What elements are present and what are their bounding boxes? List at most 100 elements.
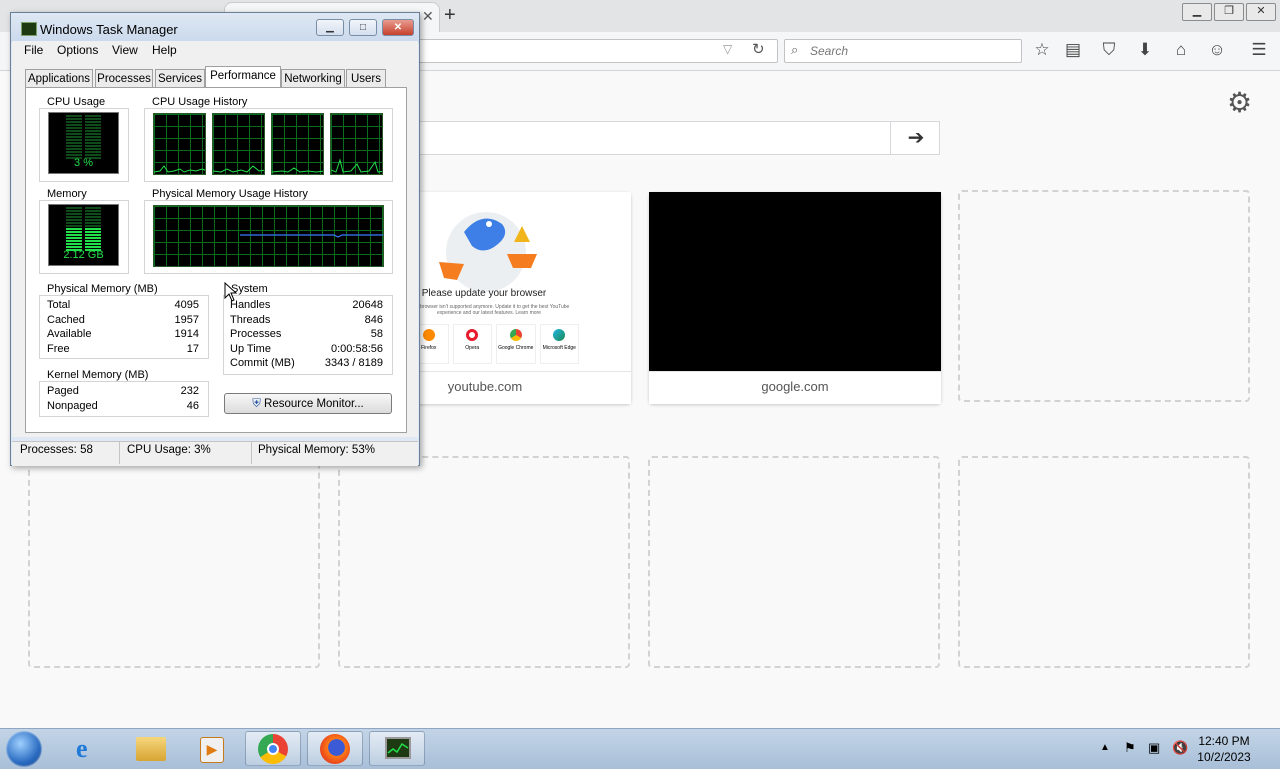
clock-time[interactable]: 12:40 PM [1192,734,1256,748]
menu-help[interactable]: Help [152,43,177,57]
sys-handles-value: 20648 [352,299,383,311]
network-icon[interactable]: ▣ [1148,740,1160,756]
browser-restore-button[interactable]: ❐ [1214,3,1244,21]
cpu-core-4-line [331,158,382,173]
gauge-bar-segment [85,210,101,212]
new-tab-icon[interactable]: + [444,4,456,27]
search-icon: ⌕ [791,42,799,57]
volume-muted-icon[interactable]: 🔇 [1172,740,1188,756]
cpu-history-label: CPU Usage History [150,96,250,108]
cpu-core-3-line [272,167,323,173]
cpu-core-1-history [153,113,206,175]
gauge-bar-segment [85,213,101,215]
start-button[interactable] [6,731,42,767]
gauge-bar-segment [85,219,101,221]
gauge-bar-segment [85,234,101,236]
gauge-bar-segment [85,136,101,138]
sys-processes-label: Processes [230,328,282,340]
opera-logo-icon [466,329,479,341]
gauge-bar-segment [85,139,101,141]
km-nonpaged-value: 46 [186,400,199,412]
pm-free-label: Free [47,343,70,355]
show-hidden-icons-arrow[interactable]: ▲ [1100,742,1110,753]
taskbar-explorer[interactable] [122,731,178,766]
reading-list-icon[interactable]: ▤ [1062,40,1084,60]
menu-icon[interactable]: ☰ [1248,40,1270,60]
gauge-bar-segment [66,142,82,144]
menu-options[interactable]: Options [57,43,98,57]
downloads-icon[interactable]: ⬇ [1134,40,1156,60]
empty-tile[interactable] [28,456,320,668]
taskbar-firefox[interactable] [307,731,363,766]
gauge-bar-segment [85,130,101,132]
gauge-bar-segment [66,240,82,242]
gauge-bar-segment [85,243,101,245]
tab-networking[interactable]: Networking [281,69,345,87]
gauge-bar-segment [66,243,82,245]
taskbar-internet-explorer[interactable]: e [62,731,118,766]
gauge-bar-segment [66,118,82,120]
task-manager-icon [385,737,411,759]
taskbar-chrome[interactable] [245,731,301,766]
gauge-bar-segment [66,154,82,156]
resource-monitor-button[interactable]: ⛨ Resource Monitor... [224,393,392,414]
tab-services[interactable]: Services [155,69,205,87]
gauge-bar-segment [66,237,82,239]
bookmark-star-icon[interactable]: ☆ [1031,40,1053,60]
tab-users[interactable]: Users [346,69,386,87]
folder-icon [136,737,166,761]
taskbar-media-player[interactable]: ▶ [182,731,238,766]
gauge-bar-segment [85,133,101,135]
action-center-icon[interactable]: ⚑ [1124,740,1136,756]
gauge-bar-segment [66,130,82,132]
search-placeholder: Search [810,44,849,58]
gauge-bar-segment [85,216,101,218]
cpu-core-4-history [330,113,383,175]
gauge-bar-segment [85,225,101,227]
page-search-input[interactable] [396,121,940,155]
gauge-bar-segment [66,216,82,218]
browser-close-button[interactable]: ✕ [1246,3,1276,21]
sys-commit-label: Commit (MB) [230,357,295,369]
empty-tile[interactable] [338,456,630,668]
top-site-tile-google[interactable]: google.com [649,192,941,404]
empty-tile[interactable] [958,190,1250,402]
menu-view[interactable]: View [112,43,138,57]
tab-performance[interactable]: Performance [205,66,281,88]
tab-applications[interactable]: Applications [25,69,93,87]
pocket-icon[interactable]: ⛉ [1098,40,1120,60]
reload-icon[interactable]: ↻ [752,40,765,58]
tab-processes[interactable]: Processes [95,69,153,87]
chrome-choice-label: Google Chrome [498,345,534,351]
empty-tile[interactable] [648,456,940,668]
gauge-bar-segment [85,115,101,117]
gauge-bar-segment [66,228,82,230]
resource-monitor-label: Resource Monitor... [264,398,364,410]
home-icon[interactable]: ⌂ [1170,40,1192,60]
gauge-bar-segment [66,213,82,215]
chat-icon[interactable]: ☺ [1206,40,1228,60]
gauge-bar-segment [66,222,82,224]
close-button[interactable]: ✕ [382,19,414,36]
gear-icon[interactable]: ⚙ [1227,86,1252,119]
url-dropdown-icon[interactable]: ▽ [723,42,732,56]
gauge-bar-segment [85,240,101,242]
menu-file[interactable]: File [24,43,43,57]
maximize-button[interactable]: □ [349,19,377,36]
pm-total-label: Total [47,299,71,311]
taskbar-task-manager[interactable] [369,731,425,766]
empty-tile[interactable] [958,456,1250,668]
kernel-memory-label: Kernel Memory (MB) [45,369,151,381]
gauge-bar-segment [66,210,82,212]
cpu-core-2-line [213,165,264,173]
internet-explorer-icon: e [76,734,88,763]
phys-history-label: Physical Memory Usage History [150,188,310,200]
search-go-arrow-icon[interactable]: ➔ [890,121,941,155]
gauge-bar-segment [85,142,101,144]
tab-close-icon[interactable]: ✕ [422,8,434,25]
browser-minimize-button[interactable]: ▁ [1182,3,1212,21]
clock-date[interactable]: 10/2/2023 [1192,750,1256,764]
minimize-button[interactable]: ▁ [316,19,344,36]
status-cpu: CPU Usage: 3% [127,444,211,456]
gauge-bar-segment [66,234,82,236]
